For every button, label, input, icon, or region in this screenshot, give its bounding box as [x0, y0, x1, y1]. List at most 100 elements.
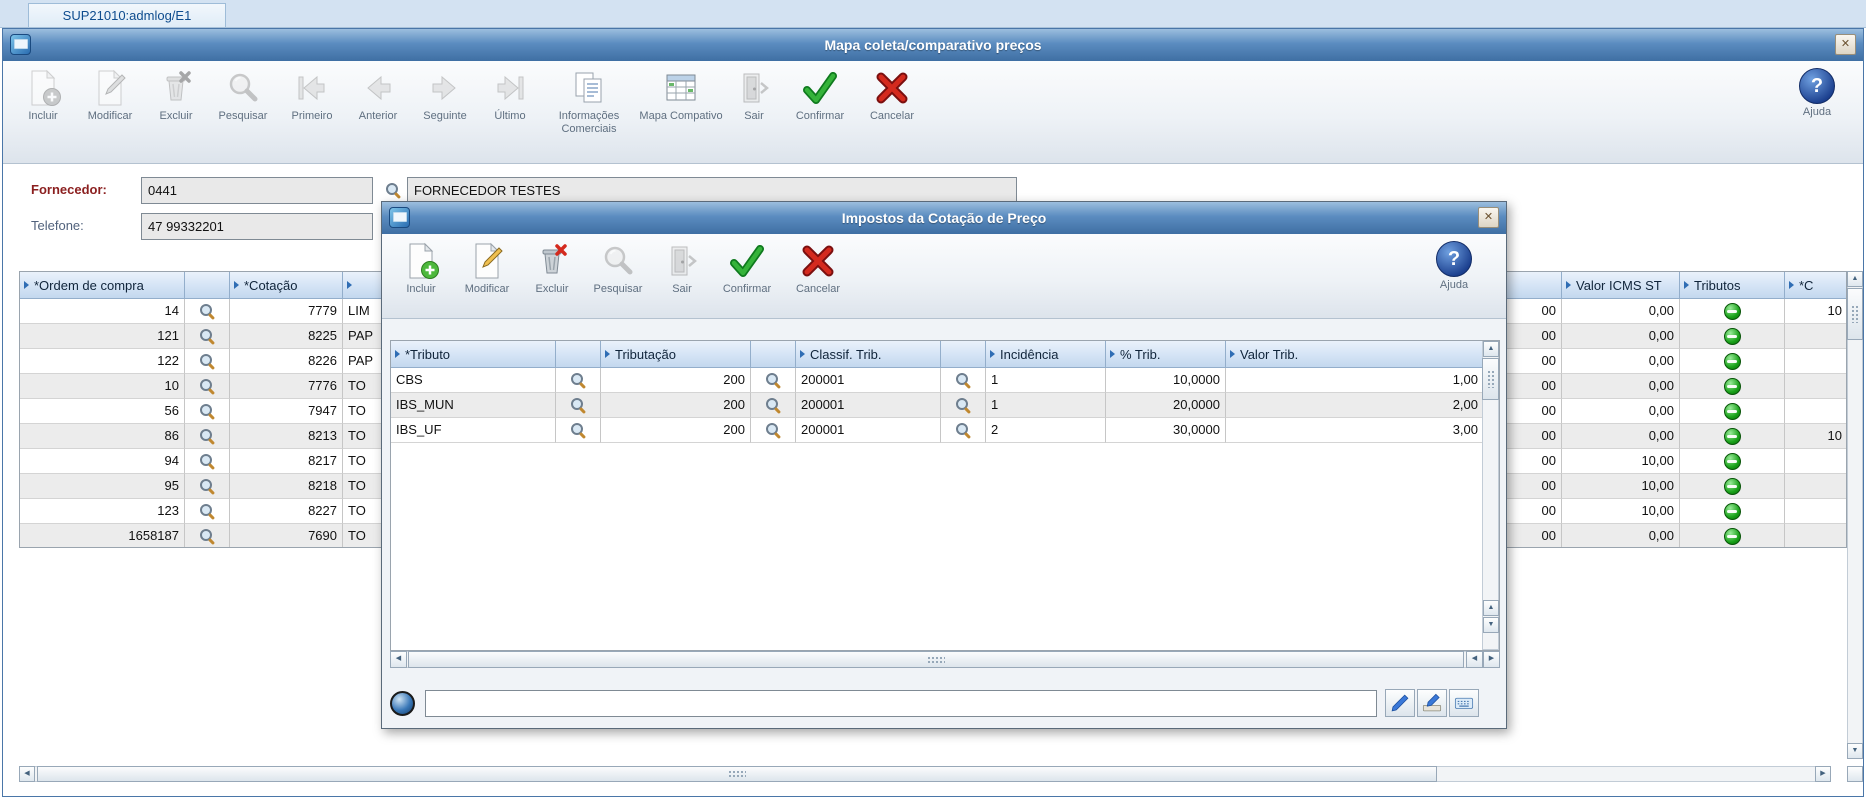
- row-search-cell[interactable]: [185, 399, 230, 424]
- toolbar-button-primeiro[interactable]: Primeiro: [281, 68, 343, 123]
- modal-button-modificar[interactable]: Modificar: [454, 241, 520, 296]
- column-header-blank[interactable]: [556, 341, 601, 368]
- toolbar-button-anterior[interactable]: Anterior: [347, 68, 409, 123]
- mdi-tab[interactable]: SUP21010:admlog/E1: [28, 3, 226, 27]
- scroll-up-icon[interactable]: ▲: [1483, 341, 1499, 357]
- row-search-cell[interactable]: [941, 368, 986, 393]
- scrollbar-thumb[interactable]: [408, 651, 1464, 668]
- toolbar-button-incluir[interactable]: Incluir: [13, 68, 73, 123]
- toolbar-button-sair[interactable]: Sair: [727, 68, 781, 123]
- row-search-cell[interactable]: [556, 368, 601, 393]
- scrollbar-thumb[interactable]: [1847, 288, 1863, 340]
- column-header-perc-trib[interactable]: % Trib.: [1106, 341, 1226, 368]
- row-search-cell[interactable]: [941, 393, 986, 418]
- modal-button-sair[interactable]: Sair: [658, 241, 706, 296]
- scroll-right-icon[interactable]: ▶: [1815, 766, 1831, 782]
- column-header-valor-trib[interactable]: Valor Trib.: [1226, 341, 1484, 368]
- scrollbar-thumb[interactable]: [1482, 358, 1499, 400]
- row-search-cell[interactable]: [751, 368, 796, 393]
- row-search-cell[interactable]: [185, 449, 230, 474]
- toolbar-button-cancelar[interactable]: Cancelar: [859, 68, 925, 123]
- row-search-cell[interactable]: [185, 474, 230, 499]
- toolbar-button-mapa-comparativo[interactable]: Mapa Compativo: [639, 68, 723, 123]
- virtual-keyboard-button[interactable]: [1449, 689, 1479, 717]
- column-header-blank[interactable]: [751, 341, 796, 368]
- scroll-left-icon[interactable]: ◀: [19, 766, 35, 782]
- modal-button-excluir[interactable]: Excluir: [524, 241, 580, 296]
- scroll-down-icon[interactable]: ▼: [1483, 617, 1499, 633]
- cell-tributos[interactable]: [1680, 299, 1785, 324]
- fornecedor-search-icon[interactable]: [385, 182, 401, 198]
- toolbar-button-excluir[interactable]: Excluir: [147, 68, 205, 123]
- column-header-label: Valor ICMS ST: [1576, 277, 1662, 293]
- row-search-cell[interactable]: [185, 499, 230, 524]
- row-search-cell[interactable]: [185, 349, 230, 374]
- scrollbar-thumb[interactable]: [37, 766, 1437, 782]
- modal-button-pesquisar[interactable]: Pesquisar: [584, 241, 652, 296]
- column-header-tributacao[interactable]: Tributação: [601, 341, 751, 368]
- column-header-classif-trib[interactable]: Classif. Trib.: [796, 341, 941, 368]
- table-row[interactable]: CBS 200 200001 1 10,0000 1,00: [391, 368, 1499, 393]
- modal-button-confirmar[interactable]: Confirmar: [712, 241, 782, 296]
- column-header-blank[interactable]: [185, 272, 230, 299]
- cell-tributos[interactable]: [1680, 499, 1785, 524]
- table-row[interactable]: IBS_MUN 200 200001 1 20,0000 2,00: [391, 393, 1499, 418]
- cell-tributos[interactable]: [1680, 399, 1785, 424]
- cell-tributos[interactable]: [1680, 324, 1785, 349]
- scroll-up-icon[interactable]: ▲: [1847, 271, 1863, 287]
- column-header-ordem-de-compra[interactable]: *Ordem de compra: [20, 272, 185, 299]
- modal-button-incluir[interactable]: Incluir: [392, 241, 450, 296]
- toolbar-button-informacoes-comerciais[interactable]: Informações Comerciais: [543, 68, 635, 135]
- toolbar-button-pesquisar[interactable]: Pesquisar: [209, 68, 277, 123]
- cell-tributos[interactable]: [1680, 524, 1785, 547]
- column-header-valor-icms-st[interactable]: Valor ICMS ST: [1562, 272, 1680, 299]
- row-search-cell[interactable]: [556, 418, 601, 443]
- cell-tributos[interactable]: [1680, 424, 1785, 449]
- tributos-status-icon: [1723, 452, 1741, 470]
- fornecedor-name-field[interactable]: [407, 177, 1017, 204]
- modal-button-ajuda[interactable]: Ajuda: [1426, 241, 1482, 292]
- toolbar-button-modificar[interactable]: Modificar: [77, 68, 143, 123]
- toolbar-button-confirmar[interactable]: Confirmar: [785, 68, 855, 123]
- cell-tributos[interactable]: [1680, 474, 1785, 499]
- row-search-cell[interactable]: [185, 374, 230, 399]
- scroll-left-icon[interactable]: ◀: [1466, 651, 1483, 668]
- fornecedor-code-field[interactable]: [141, 177, 373, 204]
- modal-button-cancelar[interactable]: Cancelar: [786, 241, 850, 296]
- row-search-cell[interactable]: [941, 418, 986, 443]
- row-search-cell[interactable]: [185, 299, 230, 324]
- cell-tributos[interactable]: [1680, 349, 1785, 374]
- column-header-incidencia[interactable]: Incidência: [986, 341, 1106, 368]
- row-search-cell[interactable]: [751, 418, 796, 443]
- statusbar-input[interactable]: [425, 689, 1377, 717]
- scroll-right-icon[interactable]: ▶: [1483, 651, 1500, 668]
- edit-pencil-button[interactable]: [1385, 689, 1415, 717]
- scroll-up-icon[interactable]: ▲: [1483, 600, 1499, 616]
- column-header-blank[interactable]: [941, 341, 986, 368]
- row-search-cell[interactable]: [185, 424, 230, 449]
- sort-arrow-icon: [24, 281, 29, 289]
- signature-button[interactable]: [1417, 689, 1447, 717]
- close-icon[interactable]: [1835, 34, 1856, 55]
- cell-ordem-de-compra: 121: [20, 324, 185, 349]
- scroll-left-icon[interactable]: ◀: [390, 651, 407, 668]
- close-icon[interactable]: [1478, 207, 1499, 228]
- row-search-cell[interactable]: [185, 324, 230, 349]
- column-header-tributos[interactable]: Tributos: [1680, 272, 1785, 299]
- toolbar-button-ajuda[interactable]: Ajuda: [1789, 68, 1845, 119]
- cell-tributos[interactable]: [1680, 449, 1785, 474]
- cell-tributos[interactable]: [1680, 374, 1785, 399]
- toolbar-button-seguinte[interactable]: Seguinte: [413, 68, 477, 123]
- toolbar-button-ultimo[interactable]: Último: [481, 68, 539, 123]
- toolbar-label: Anterior: [358, 110, 398, 122]
- scroll-down-icon[interactable]: ▼: [1847, 743, 1863, 759]
- table-row[interactable]: IBS_UF 200 200001 2 30,0000 3,00: [391, 418, 1499, 443]
- scrollbar-track[interactable]: [1847, 271, 1863, 759]
- telefone-field[interactable]: [141, 213, 373, 240]
- column-header-partial-right[interactable]: *C: [1785, 272, 1846, 299]
- column-header-cotacao[interactable]: *Cotação: [230, 272, 343, 299]
- row-search-cell[interactable]: [556, 393, 601, 418]
- column-header-tributo[interactable]: *Tributo: [391, 341, 556, 368]
- row-search-cell[interactable]: [185, 524, 230, 547]
- row-search-cell[interactable]: [751, 393, 796, 418]
